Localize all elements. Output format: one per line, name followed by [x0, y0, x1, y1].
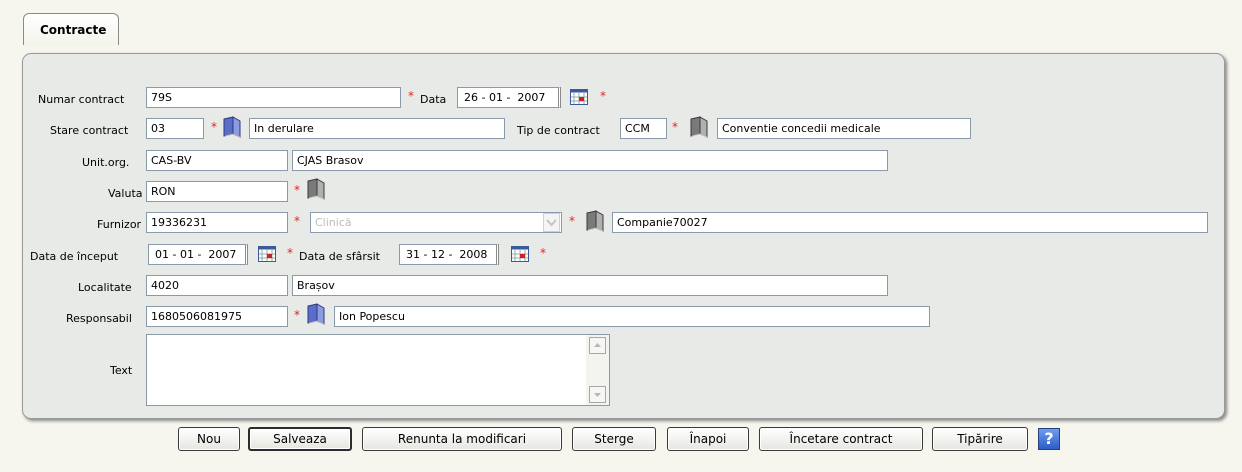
data-date-field[interactable]: 26 - 01 - 2007: [457, 87, 561, 108]
incetare-contract-button[interactable]: Încetare contract: [759, 427, 923, 451]
label-numar-contract: Numar contract: [38, 93, 125, 106]
required-marker: *: [287, 246, 293, 260]
required-marker: *: [569, 214, 575, 228]
sterge-button[interactable]: Sterge: [572, 427, 656, 451]
label-data: Data: [420, 93, 447, 106]
label-unit-org: Unit.org.: [82, 156, 130, 169]
chevron-down-icon[interactable]: [543, 213, 560, 232]
responsabil-code-input[interactable]: 1680506081975: [146, 306, 288, 327]
scroll-up-button[interactable]: [589, 337, 606, 354]
text-textarea[interactable]: [146, 334, 610, 406]
label-text: Text: [110, 364, 133, 377]
label-data-inceput: Data de început: [30, 250, 119, 263]
required-marker: *: [600, 89, 606, 103]
required-marker: *: [294, 183, 300, 197]
label-localitate: Localitate: [78, 281, 132, 294]
furnizor-code-input[interactable]: 19336231: [146, 212, 288, 233]
label-tip-contract: Tip de contract: [517, 124, 600, 137]
required-marker: *: [294, 214, 300, 228]
localitate-name-input[interactable]: Brașov: [292, 275, 888, 296]
data-inceput-date-field[interactable]: 01 - 01 - 2007: [148, 244, 248, 265]
nou-button[interactable]: Nou: [178, 427, 240, 451]
required-marker: *: [211, 120, 217, 134]
salveaza-button[interactable]: Salveaza: [248, 427, 352, 451]
stare-contract-name-input[interactable]: In derulare: [249, 118, 505, 139]
calendar-icon[interactable]: [570, 89, 588, 105]
numar-contract-input[interactable]: 79S: [146, 87, 401, 108]
label-stare-contract: Stare contract: [50, 124, 129, 137]
label-responsabil: Responsabil: [66, 312, 132, 325]
unit-org-code-input[interactable]: CAS-BV: [146, 150, 288, 171]
book-lookup-icon[interactable]: [584, 210, 606, 232]
label-data-sfarsit: Data de sfârsit: [299, 250, 380, 263]
book-lookup-icon[interactable]: [305, 178, 327, 200]
tip-contract-name-input[interactable]: Conventie concedii medicale: [717, 118, 971, 139]
furnizor-name-input[interactable]: Companie70027: [612, 212, 1208, 233]
help-icon[interactable]: ?: [1038, 428, 1060, 450]
required-marker: *: [540, 246, 546, 260]
book-lookup-icon[interactable]: [688, 116, 710, 138]
required-marker: *: [408, 89, 414, 103]
furnizor-type-select[interactable]: Clinică: [310, 212, 562, 233]
localitate-code-input[interactable]: 4020: [146, 275, 288, 296]
scroll-down-button[interactable]: [589, 386, 606, 403]
book-lookup-icon[interactable]: [305, 303, 327, 325]
tab-contracte[interactable]: Contracte: [23, 13, 119, 45]
book-lookup-icon[interactable]: [221, 116, 243, 138]
tip-contract-code-input[interactable]: CCM: [620, 118, 667, 139]
renunta-button[interactable]: Renunta la modificari: [362, 427, 562, 451]
required-marker: *: [294, 308, 300, 322]
tiparire-button[interactable]: Tipărire: [932, 427, 1028, 451]
stare-contract-code-input[interactable]: 03: [146, 118, 204, 139]
unit-org-name-input[interactable]: CJAS Brasov: [292, 150, 888, 171]
calendar-icon[interactable]: [511, 246, 529, 262]
scrollbar[interactable]: [586, 335, 609, 405]
label-furnizor: Furnizor: [97, 218, 142, 231]
responsabil-name-input[interactable]: Ion Popescu: [334, 306, 930, 327]
valuta-input[interactable]: RON: [146, 181, 288, 202]
data-sfarsit-date-field[interactable]: 31 - 12 - 2008: [399, 244, 499, 265]
label-valuta: Valuta: [108, 187, 143, 200]
inapoi-button[interactable]: Înapoi: [667, 427, 749, 451]
calendar-icon[interactable]: [258, 246, 276, 262]
required-marker: *: [672, 120, 678, 134]
